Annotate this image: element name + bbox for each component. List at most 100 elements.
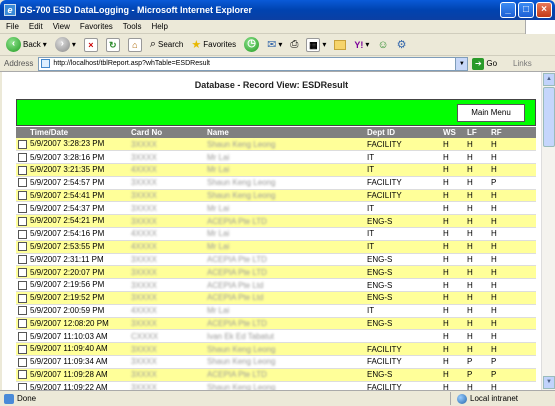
research-button[interactable]: ⚙ [395,36,409,54]
cell-card-no: CXXXX [129,329,205,344]
cell-name: ACEPIA Pte LTD [205,317,365,331]
address-input[interactable]: http://localhost/tblReport.asp?whTable=E… [38,56,469,71]
menu-favorites[interactable]: Favorites [80,22,113,31]
menu-help[interactable]: Help [151,22,167,31]
cell-ws: H [441,278,465,293]
row-checkbox[interactable] [18,165,27,175]
row-checkbox[interactable] [18,332,27,342]
history-button[interactable]: ◷ [242,36,261,54]
menu-file[interactable]: File [6,22,19,31]
row-checkbox[interactable] [18,383,27,390]
row-checkbox[interactable] [18,370,27,380]
cell-rf: H [489,317,536,331]
cell-dept: FACILITY [365,189,441,203]
cell-dept: ENG-S [365,317,441,331]
menu-edit[interactable]: Edit [29,22,43,31]
row-checkbox[interactable] [18,152,27,162]
cell-card-no: 4XXXX [129,163,205,177]
cell-time: 5/9/2007 2:31:11 PM [16,253,129,267]
row-checkbox[interactable] [18,178,27,188]
table-row: 5/9/2007 11:09:22 AM 3XXXX Shaun Keng Leon… [16,381,536,390]
go-button[interactable]: ➔ Go [472,57,497,70]
menu-view[interactable]: View [53,22,70,31]
links-button[interactable]: Links [513,59,532,68]
table-row: 5/9/2007 2:00:59 PM 4XXXX Mr Lai IT H H H [16,304,536,318]
table-row: 5/9/2007 2:19:56 PM 3XXXX ACEPIA Pte Ltd EN… [16,278,536,293]
print-button[interactable]: ⎙ [288,36,300,54]
table-row: 5/9/2007 11:09:40 AM 3XXXX Shaun Keng Leon… [16,342,536,357]
cell-dept: IT [365,304,441,318]
address-url: http://localhost/tblReport.asp?whTable=E… [53,60,210,67]
favorites-button[interactable]: ★ Favorites [189,36,238,54]
refresh-button[interactable]: ↻ [104,36,122,54]
row-checkbox[interactable] [18,191,27,201]
research-icon: ⚙ [396,39,407,51]
menu-bar: File Edit View Favorites Tools Help [0,20,555,34]
cell-time: 5/9/2007 11:09:28 AM [16,368,129,382]
table-row: 5/9/2007 2:54:16 PM 4XXXX Mr Lai IT H H H [16,227,536,241]
star-icon: ★ [191,39,202,51]
row-checkbox[interactable] [18,344,27,354]
forward-button[interactable]: › ▾ [53,36,78,54]
cell-dept: FACILITY [365,342,441,357]
row-checkbox[interactable] [18,306,27,316]
close-button[interactable]: × [536,2,552,18]
row-checkbox[interactable] [18,242,27,252]
row-checkbox[interactable] [18,204,27,214]
table-header-row: Time/Date Card No Name Dept ID WS LF RF [16,127,536,138]
messenger-button[interactable]: ☺ [375,36,390,54]
row-checkbox[interactable] [18,139,27,149]
menu-tools[interactable]: Tools [123,22,142,31]
row-checkbox[interactable] [18,280,27,290]
scroll-up-icon[interactable]: ▲ [543,73,555,86]
cell-card-no: 3XXXX [129,214,205,229]
scroll-thumb[interactable] [543,87,555,147]
stop-button[interactable]: × [82,36,100,54]
row-checkbox[interactable] [18,216,27,226]
maximize-button[interactable]: □ [518,2,534,18]
cell-ws: H [441,163,465,177]
cell-name: ACEPIA Pte LTD [205,265,365,280]
scroll-down-icon[interactable]: ▼ [543,376,555,389]
cell-ws: H [441,381,465,390]
cell-name: ACEPIA Pte Ltd [205,291,365,305]
page-content: Database - Record View: ESDResult Main M… [2,72,541,390]
address-dropdown-icon[interactable]: ▼ [455,57,468,70]
home-icon: ⌂ [127,37,142,52]
back-button[interactable]: ‹ Back ▾ [4,36,49,54]
cell-time: 5/9/2007 2:53:55 PM [16,240,129,254]
row-checkbox[interactable] [18,255,27,265]
cell-ws: H [441,291,465,305]
address-bar: Address http://localhost/tblReport.asp?w… [0,56,555,72]
table-row: 5/9/2007 2:20:07 PM 3XXXX ACEPIA Pte LTD EN… [16,265,536,280]
search-button[interactable]: ⌕ Search [148,36,186,54]
mail-button[interactable]: ✉ ▾ [265,36,284,54]
status-bar: Done Local intranet [0,390,555,406]
cell-time: 5/9/2007 3:28:23 PM [16,138,129,152]
yahoo-button[interactable]: Y! ▾ [352,36,371,54]
cell-rf: H [489,189,536,203]
cell-rf: H [489,201,536,216]
table-row: 5/9/2007 12:08:20 PM 3XXXX ACEPIA Pte LTD E… [16,317,536,331]
cell-rf: H [489,291,536,305]
folder-button[interactable] [332,36,348,54]
cell-name: Shaun Keng Leong [205,138,365,152]
row-checkbox[interactable] [18,268,27,278]
table-row: 5/9/2007 2:54:21 PM 3XXXX ACEPIA Pte LTD EN… [16,214,536,229]
cell-lf: H [465,214,489,229]
home-button[interactable]: ⌂ [126,36,144,54]
cell-lf: H [465,342,489,357]
row-checkbox[interactable] [18,319,27,329]
cell-name: Shaun Keng Leong [205,342,365,357]
main-menu-button[interactable]: Main Menu [457,104,525,122]
row-checkbox[interactable] [18,357,27,367]
records-table: Time/Date Card No Name Dept ID WS LF RF … [16,127,536,390]
minimize-button[interactable]: _ [500,2,516,18]
row-checkbox[interactable] [18,293,27,303]
cell-name: Shaun Keng Leong [205,381,365,390]
cell-rf: H [489,138,536,152]
vertical-scrollbar[interactable]: ▲ ▼ [541,72,555,390]
row-checkbox[interactable] [18,229,27,239]
cell-rf: H [489,304,536,318]
edit-button[interactable]: ▦ ▾ [304,36,328,54]
